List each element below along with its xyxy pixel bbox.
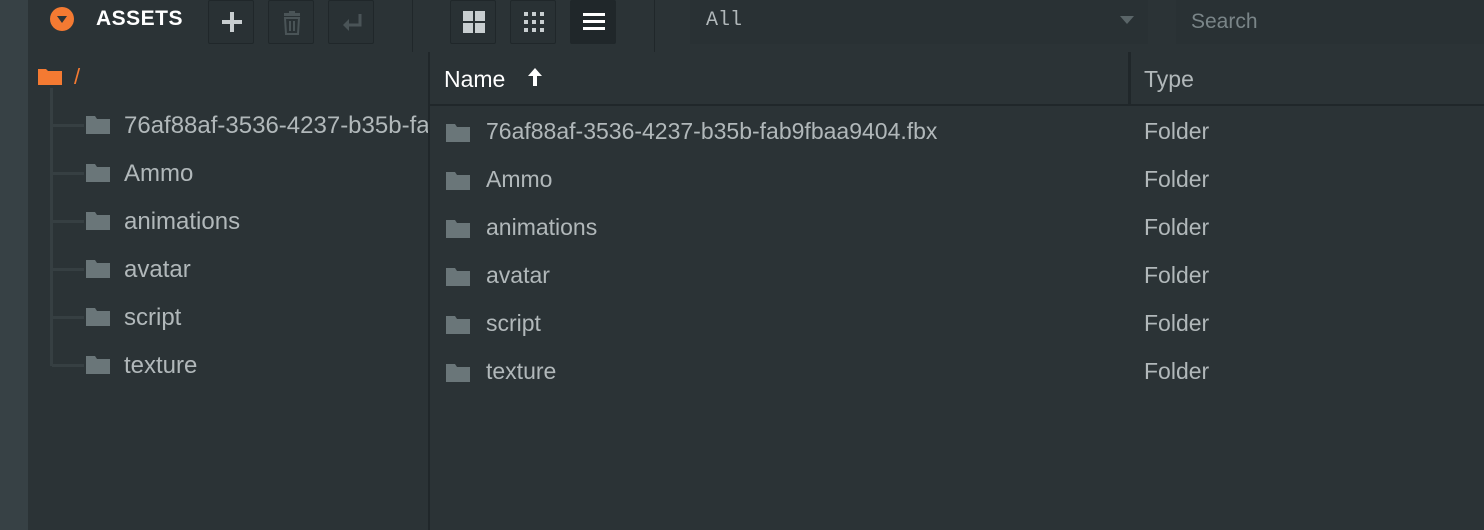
column-header-name[interactable]: Name [444, 66, 505, 93]
assets-toolbar: ASSETS All [28, 0, 1484, 54]
row-type: Folder [1144, 118, 1210, 144]
folder-icon [86, 308, 110, 326]
folder-icon [446, 220, 470, 238]
list-icon [583, 13, 605, 30]
folder-icon [86, 260, 110, 278]
folder-tree: / 76af88af-3536-4237-b35b-fab9fbaa9404.f… [28, 52, 428, 530]
dropdown-arrow-icon [1120, 16, 1134, 24]
tree-item-label: Ammo [124, 160, 194, 187]
row-name: Ammo [486, 166, 553, 192]
small-grid-view-button[interactable] [510, 0, 556, 44]
folder-icon [446, 172, 470, 190]
table-header: Name Type [430, 52, 1484, 106]
list-view-button[interactable] [570, 0, 616, 44]
folder-icon [446, 364, 470, 382]
table-row[interactable]: Ammo Folder [430, 156, 1484, 204]
column-resize-handle[interactable] [1128, 52, 1131, 106]
table-row[interactable]: avatar Folder [430, 252, 1484, 300]
plus-icon [222, 12, 242, 32]
asset-table: Name Type 76af88af-3536-4237-b35b-fab9fb… [430, 52, 1484, 530]
tree-item[interactable]: Ammo [52, 154, 428, 194]
column-header-type[interactable]: Type [1144, 66, 1194, 93]
row-name: texture [486, 358, 557, 384]
grid-large-icon [463, 11, 485, 33]
go-back-button[interactable] [328, 0, 374, 44]
tree-item-label: script [124, 304, 182, 331]
folder-icon [446, 124, 470, 142]
tree-item-label: animations [124, 208, 241, 235]
tree-item-label: 76af88af-3536-4237-b35b-fab9fbaa9404.fbx [124, 112, 428, 139]
table-row[interactable]: 76af88af-3536-4237-b35b-fab9fbaa9404.fbx… [430, 108, 1484, 156]
return-arrow-icon [343, 14, 362, 31]
tree-branch-line [52, 268, 84, 271]
panel-title: ASSETS [96, 7, 184, 30]
folder-open-icon [38, 69, 62, 85]
tree-item-label: avatar [124, 256, 191, 283]
table-row[interactable]: animations Folder [430, 204, 1484, 252]
search-input[interactable] [1176, 0, 1484, 44]
row-type: Folder [1144, 262, 1210, 288]
row-name: avatar [486, 262, 550, 288]
left-edge-strip [0, 0, 28, 530]
folder-icon [446, 268, 470, 286]
large-grid-view-button[interactable] [450, 0, 496, 44]
grid-small-icon [524, 12, 544, 32]
tree-root-label: / [74, 64, 81, 89]
tree-item[interactable]: script [52, 298, 428, 338]
row-type: Folder [1144, 166, 1210, 192]
asset-type-filter[interactable]: All [690, 0, 1148, 44]
tree-item[interactable]: animations [52, 202, 428, 242]
tree-branch-line [52, 220, 84, 223]
tree-branch-line [52, 172, 84, 175]
row-type: Folder [1144, 310, 1210, 336]
toolbar-divider [412, 0, 413, 52]
folder-icon [446, 316, 470, 334]
folder-icon [86, 164, 110, 182]
table-row[interactable]: script Folder [430, 300, 1484, 348]
tree-item-label: texture [124, 352, 198, 379]
toolbar-divider [654, 0, 655, 52]
tree-item[interactable]: 76af88af-3536-4237-b35b-fab9fbaa9404.fbx [52, 106, 428, 146]
sort-ascending-icon[interactable] [528, 68, 542, 86]
collapse-panel-button[interactable] [50, 7, 74, 31]
row-type: Folder [1144, 214, 1210, 240]
filter-value: All [706, 9, 743, 32]
table-row[interactable]: texture Folder [430, 348, 1484, 396]
folder-icon [86, 116, 110, 134]
assets-panel: ASSETS All Search / 76af88af-3536-4237-b… [28, 0, 1484, 530]
tree-item[interactable]: texture [52, 346, 428, 386]
folder-icon [86, 356, 110, 374]
row-type: Folder [1144, 358, 1210, 384]
add-asset-button[interactable] [208, 0, 254, 44]
delete-asset-button[interactable] [268, 0, 314, 44]
tree-branch-line [52, 124, 84, 127]
row-name: 76af88af-3536-4237-b35b-fab9fbaa9404.fbx [486, 118, 938, 144]
row-name: script [486, 310, 541, 336]
tree-branch-line [52, 316, 84, 319]
tree-item[interactable]: avatar [52, 250, 428, 290]
chevron-down-icon [57, 16, 67, 23]
row-name: animations [486, 214, 598, 240]
tree-branch-line [52, 364, 84, 367]
trash-icon [283, 11, 301, 35]
folder-icon [86, 212, 110, 230]
